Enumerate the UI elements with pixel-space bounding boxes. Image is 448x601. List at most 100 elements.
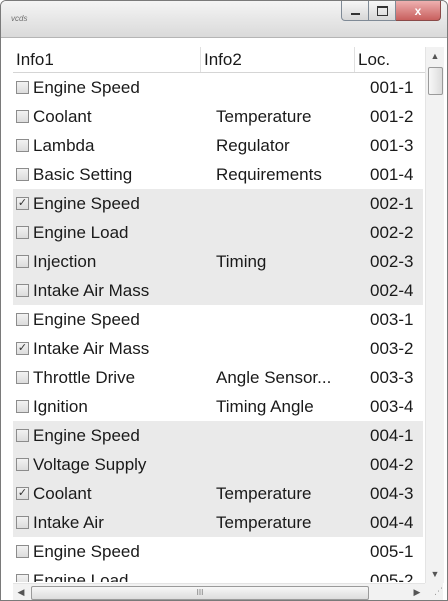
row-info2: Timing — [216, 252, 267, 271]
row-loc: 004-2 — [370, 455, 414, 474]
list-item[interactable]: Lambda Regulator 001-3 — [13, 131, 423, 160]
row-checkbox[interactable] — [16, 168, 29, 181]
row-checkbox[interactable] — [16, 313, 29, 326]
column-header-info2[interactable]: Info2 — [201, 47, 355, 72]
row-info1: Intake Air Mass — [33, 339, 150, 358]
close-button[interactable]: x — [396, 1, 441, 21]
minimize-button[interactable] — [341, 1, 369, 21]
row-info2: Temperature — [216, 513, 312, 532]
row-info1: Basic Setting — [33, 165, 133, 184]
maximize-button[interactable] — [369, 1, 396, 21]
row-loc: 001-1 — [370, 78, 414, 97]
list-item[interactable]: Engine Speed 001-1 — [13, 73, 423, 102]
row-info1: Throttle Drive — [33, 368, 136, 387]
maximize-icon — [376, 5, 388, 16]
row-info1: Engine Speed — [33, 426, 140, 445]
row-checkbox[interactable] — [16, 458, 29, 471]
column-header: Info1 Info2 Loc. — [13, 47, 439, 73]
row-info2: Timing Angle — [216, 397, 314, 416]
minimize-icon — [350, 12, 360, 15]
list-item[interactable]: Intake Air Temperature 004-4 — [13, 508, 423, 537]
list-item[interactable]: Intake Air Mass 002-4 — [13, 276, 423, 305]
row-checkbox[interactable] — [16, 226, 29, 239]
vertical-scrollbar[interactable]: ▲ ▼ — [425, 47, 444, 583]
list-item[interactable]: ✓ Engine Speed 002-1 — [13, 189, 423, 218]
row-checkbox[interactable] — [16, 574, 29, 582]
scroll-left-arrow-icon[interactable]: ◀ — [13, 584, 29, 600]
row-info1: Engine Speed — [33, 194, 140, 213]
scroll-right-arrow-icon[interactable]: ▶ — [409, 584, 425, 600]
list-item[interactable]: Engine Speed 004-1 — [13, 421, 423, 450]
row-info1: Engine Speed — [33, 310, 140, 329]
row-loc: 004-1 — [370, 426, 414, 445]
row-info1: Intake Air Mass — [33, 281, 150, 300]
row-loc: 004-3 — [370, 484, 414, 503]
row-checkbox[interactable] — [16, 371, 29, 384]
scroll-up-arrow-icon[interactable]: ▲ — [426, 47, 444, 65]
vertical-scroll-thumb[interactable] — [428, 67, 443, 95]
row-loc: 003-2 — [370, 339, 414, 358]
list-item[interactable]: Throttle Drive Angle Sensor... 003-3 — [13, 363, 423, 392]
row-info1: Lambda — [33, 136, 95, 155]
column-header-info1[interactable]: Info1 — [13, 47, 201, 72]
row-checkbox[interactable]: ✓ — [16, 487, 29, 500]
column-header-loc[interactable]: Loc. — [355, 47, 423, 72]
row-info1: Engine Speed — [33, 78, 140, 97]
row-checkbox[interactable] — [16, 429, 29, 442]
row-info1: Ignition — [33, 397, 88, 416]
row-info1: Injection — [33, 252, 97, 271]
window-controls: x — [341, 1, 441, 21]
row-checkbox[interactable] — [16, 255, 29, 268]
list-item[interactable]: Engine Speed 003-1 — [13, 305, 423, 334]
horizontal-scrollbar[interactable]: ◀ III ▶ — [13, 583, 425, 600]
list-item[interactable]: Engine Load 002-2 — [13, 218, 423, 247]
row-info2: Temperature — [216, 107, 312, 126]
resize-grip-icon[interactable]: ⋰ — [425, 583, 443, 600]
list-item[interactable]: ✓ Coolant Temperature 004-3 — [13, 479, 423, 508]
row-loc: 001-2 — [370, 107, 414, 126]
row-loc: 002-1 — [370, 194, 414, 213]
row-loc: 001-4 — [370, 165, 414, 184]
row-checkbox[interactable] — [16, 400, 29, 413]
row-checkbox[interactable] — [16, 284, 29, 297]
row-checkbox[interactable] — [16, 81, 29, 94]
row-loc: 005-1 — [370, 542, 414, 561]
row-loc: 003-1 — [370, 310, 414, 329]
row-loc: 002-3 — [370, 252, 414, 271]
row-info2: Angle Sensor... — [216, 368, 332, 387]
row-loc: 002-2 — [370, 223, 414, 242]
horizontal-scroll-thumb[interactable]: III — [31, 586, 369, 600]
row-info1: Engine Load — [33, 223, 129, 242]
list-item[interactable]: Coolant Temperature 001-2 — [13, 102, 423, 131]
title-bar[interactable]: vcds x — [1, 1, 447, 38]
scroll-down-arrow-icon[interactable]: ▼ — [426, 565, 444, 583]
row-info1: Engine Load — [33, 571, 129, 582]
row-loc: 003-4 — [370, 397, 414, 416]
row-info1: Coolant — [33, 484, 92, 503]
close-icon: x — [414, 3, 422, 18]
app-logo-icon: vcds — [11, 14, 28, 23]
row-info1: Coolant — [33, 107, 92, 126]
app-window: vcds x Info1 Info2 Loc. Engine Speed 001-… — [0, 0, 448, 601]
row-checkbox[interactable] — [16, 516, 29, 529]
row-info1: Engine Speed — [33, 542, 140, 561]
row-loc: 001-3 — [370, 136, 414, 155]
list-item[interactable]: Engine Load 005-2 — [13, 566, 423, 582]
row-info2: Requirements — [216, 165, 322, 184]
row-checkbox[interactable]: ✓ — [16, 197, 29, 210]
row-checkbox[interactable] — [16, 545, 29, 558]
row-loc: 004-4 — [370, 513, 414, 532]
row-checkbox[interactable]: ✓ — [16, 342, 29, 355]
row-checkbox[interactable] — [16, 139, 29, 152]
row-info2: Temperature — [216, 484, 312, 503]
list-item[interactable]: Injection Timing 002-3 — [13, 247, 423, 276]
list-item[interactable]: Ignition Timing Angle 003-4 — [13, 392, 423, 421]
list-item[interactable]: ✓ Intake Air Mass 003-2 — [13, 334, 423, 363]
list-item[interactable]: Basic Setting Requirements 001-4 — [13, 160, 423, 189]
row-info1: Intake Air — [33, 513, 104, 532]
list-item[interactable]: Voltage Supply 004-2 — [13, 450, 423, 479]
row-loc: 005-2 — [370, 571, 414, 582]
list-item[interactable]: Engine Speed 005-1 — [13, 537, 423, 566]
scroll-thumb-grip: III — [196, 588, 204, 597]
row-checkbox[interactable] — [16, 110, 29, 123]
